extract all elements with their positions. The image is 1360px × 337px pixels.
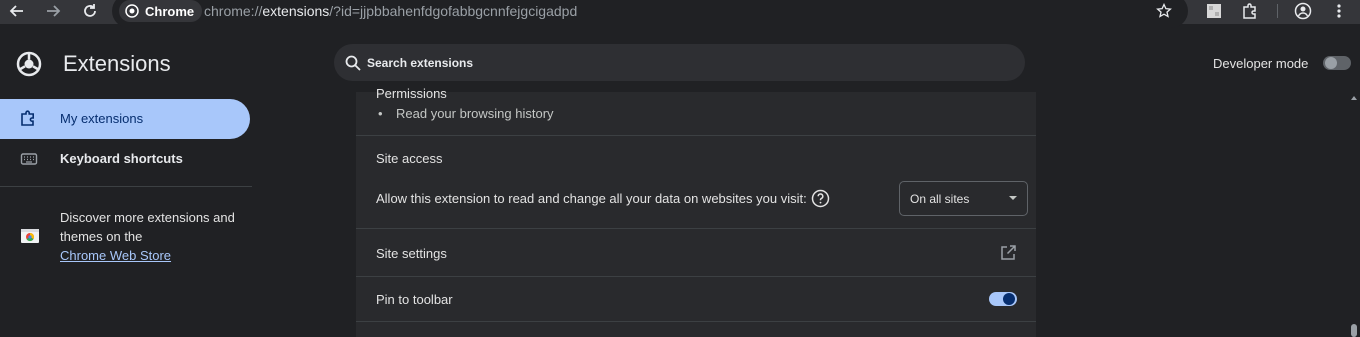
sidebar-item-my-extensions[interactable]: My extensions <box>0 99 250 139</box>
site-settings-label[interactable]: Site settings <box>376 246 447 261</box>
page-title: Extensions <box>63 51 171 76</box>
search-icon <box>345 55 361 71</box>
permissions-title: Permissions <box>376 86 447 101</box>
chrome-logo-icon <box>125 4 139 18</box>
row-divider <box>356 321 1036 322</box>
web-store-icon <box>21 229 39 243</box>
forward-arrow-icon[interactable] <box>42 0 64 22</box>
toggle-knob <box>1325 57 1337 69</box>
help-icon[interactable] <box>811 189 830 208</box>
row-divider <box>356 276 1036 277</box>
toolbar-divider <box>1277 4 1278 18</box>
browser-toolbar: Chrome chrome://extensions/?id=jjpbbahen… <box>0 0 1360 28</box>
permission-item: Read your browsing history <box>378 106 554 121</box>
site-chip[interactable]: Chrome <box>119 0 203 22</box>
extensions-puzzle-icon[interactable] <box>1239 0 1261 22</box>
chrome-logo-icon <box>16 51 42 77</box>
pin-to-toolbar-toggle[interactable] <box>989 292 1017 306</box>
extensions-header: Extensions Developer mode <box>0 36 1360 92</box>
site-access-description: Allow this extension to read and change … <box>376 191 807 206</box>
discover-description: Discover more extensions and themes on t… <box>60 210 235 244</box>
search-box[interactable] <box>334 44 1025 81</box>
scroll-thumb[interactable] <box>1351 324 1357 337</box>
site-chip-label: Chrome <box>145 3 195 19</box>
sidebar-item-keyboard-shortcuts[interactable]: Keyboard shortcuts <box>0 139 250 179</box>
toggle-knob <box>1003 293 1015 305</box>
extension-icon <box>21 110 34 126</box>
extension-thumbnail-icon[interactable] <box>1203 0 1225 22</box>
row-divider <box>356 228 1036 229</box>
keyboard-icon <box>20 153 38 165</box>
url-text[interactable]: chrome://extensions/?id=jjpbbahenfdgofab… <box>204 3 577 19</box>
scroll-up-arrow-icon[interactable] <box>1351 96 1357 100</box>
back-arrow-icon[interactable] <box>6 0 28 22</box>
menu-kebab-icon[interactable] <box>1328 0 1350 22</box>
site-access-selected-value: On all sites <box>910 192 970 206</box>
url-prefix: chrome:// <box>204 3 263 19</box>
open-in-new-icon[interactable] <box>999 244 1017 262</box>
page-scrollbar[interactable] <box>1348 92 1360 337</box>
discover-text: Discover more extensions and themes on t… <box>60 208 250 265</box>
bookmark-star-icon[interactable] <box>1153 0 1175 22</box>
extension-details-card: Permissions Read your browsing history S… <box>356 86 1036 337</box>
url-host: extensions <box>262 3 330 19</box>
url-suffix: /?id=jjpbbahenfdgofabbgcnnfejgcigadpd <box>329 3 578 19</box>
sidebar-item-label: My extensions <box>60 111 144 126</box>
chrome-web-store-link[interactable]: Chrome Web Store <box>60 248 171 263</box>
site-access-select[interactable]: On all sites <box>899 181 1028 216</box>
row-divider <box>356 135 1036 136</box>
sidebar-divider <box>0 186 252 187</box>
pin-to-toolbar-label: Pin to toolbar <box>376 292 453 307</box>
site-access-title: Site access <box>376 151 443 166</box>
sidebar-item-label: Keyboard shortcuts <box>60 151 183 166</box>
reload-icon[interactable] <box>79 0 101 22</box>
search-input[interactable] <box>367 44 1007 81</box>
developer-mode-toggle[interactable] <box>1323 56 1351 70</box>
profile-icon[interactable] <box>1292 0 1314 22</box>
dropdown-arrow-icon <box>1009 196 1017 200</box>
sidebar: My extensions Keyboard shortcuts Discove… <box>0 92 265 337</box>
permission-text: Read your browsing history <box>396 106 554 121</box>
developer-mode-label: Developer mode <box>1213 56 1309 71</box>
